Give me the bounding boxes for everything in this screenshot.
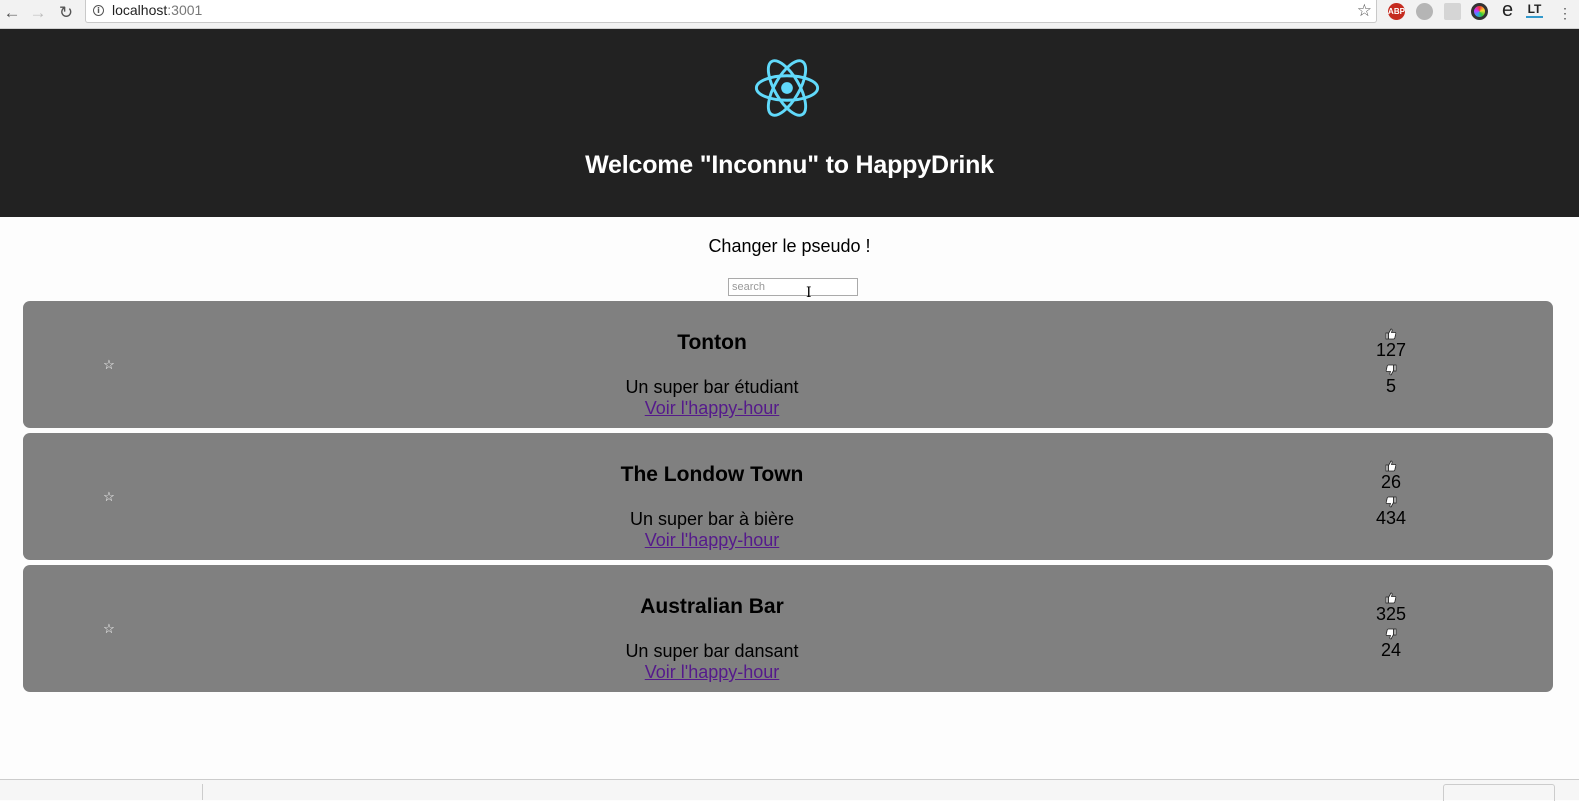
thumbs-down-icon[interactable]	[1385, 364, 1397, 376]
happy-hour-link[interactable]: Voir l'happy-hour	[645, 662, 780, 682]
thumbs-up-icon[interactable]	[1385, 592, 1397, 604]
back-button[interactable]: ←	[1, 2, 23, 24]
url-host: localhost	[112, 2, 168, 18]
likes-count: 127	[1375, 340, 1407, 360]
info-icon[interactable]: i	[93, 5, 104, 16]
bar-name: The Londow Town	[620, 463, 804, 486]
bar-description: Un super bar à bière	[629, 509, 795, 529]
happy-hour-link[interactable]: Voir l'happy-hour	[645, 530, 780, 550]
change-pseudo-link[interactable]: Changer le pseudo !	[0, 236, 1579, 257]
adblock-icon[interactable]: ABP	[1388, 3, 1405, 20]
bookmark-star-icon[interactable]: ☆	[1357, 0, 1372, 22]
happy-hour-link[interactable]: Voir l'happy-hour	[645, 398, 780, 418]
bar-name: Australian Bar	[640, 595, 784, 618]
likes-count: 325	[1375, 604, 1407, 624]
url-text[interactable]: localhost:3001	[112, 2, 1312, 18]
thumbs-up-icon[interactable]	[1385, 460, 1397, 472]
react-logo-icon	[754, 59, 820, 117]
extension-e-icon[interactable]: e	[1499, 0, 1516, 20]
vote-box: 325 24	[1356, 592, 1426, 660]
show-all-downloads-button[interactable]	[1443, 784, 1555, 801]
bar-card: ☆ Tonton Un super bar étudiant Voir l'ha…	[23, 301, 1553, 428]
search-input[interactable]	[728, 278, 858, 296]
favorite-star-icon[interactable]: ☆	[101, 621, 117, 637]
url-port: :3001	[167, 2, 203, 18]
thumbs-down-icon[interactable]	[1385, 496, 1397, 508]
bar-description: Un super bar étudiant	[625, 377, 799, 397]
menu-kebab-icon[interactable]: ⋮	[1556, 2, 1574, 24]
bar-description: Un super bar dansant	[625, 641, 799, 661]
bar-card: ☆ Australian Bar Un super bar dansant Vo…	[23, 565, 1553, 692]
favorite-star-icon[interactable]: ☆	[101, 489, 117, 505]
page-title: Welcome "Inconnu" to HappyDrink	[585, 151, 994, 179]
app-header: Welcome "Inconnu" to HappyDrink	[0, 29, 1579, 217]
browser-toolbar: ← → ↻ i localhost:3001 ☆ ABP e LT ⋮	[0, 0, 1579, 29]
thumbs-up-icon[interactable]	[1385, 328, 1397, 340]
extension-lt-icon[interactable]: LT	[1526, 3, 1543, 18]
vote-box: 26 434	[1356, 460, 1426, 528]
dislikes-count: 5	[1385, 376, 1396, 396]
favorite-star-icon[interactable]: ☆	[101, 357, 117, 373]
bar-name: Tonton	[677, 331, 747, 354]
download-item[interactable]	[0, 784, 203, 800]
download-shelf	[0, 779, 1579, 801]
reload-button[interactable]: ↻	[55, 2, 77, 24]
vote-box: 127 5	[1356, 328, 1426, 396]
dislikes-count: 24	[1380, 640, 1402, 660]
likes-count: 26	[1380, 472, 1402, 492]
extension-grey-icon[interactable]	[1416, 3, 1433, 20]
thumbs-down-icon[interactable]	[1385, 628, 1397, 640]
extension-color-wheel-icon[interactable]	[1471, 3, 1488, 20]
forward-button[interactable]: →	[27, 2, 49, 24]
address-bar[interactable]: i localhost:3001 ☆	[85, 0, 1377, 23]
bar-card: ☆ The Londow Town Un super bar à bière V…	[23, 433, 1553, 560]
dislikes-count: 434	[1375, 508, 1407, 528]
extension-grid-icon[interactable]	[1444, 3, 1461, 20]
